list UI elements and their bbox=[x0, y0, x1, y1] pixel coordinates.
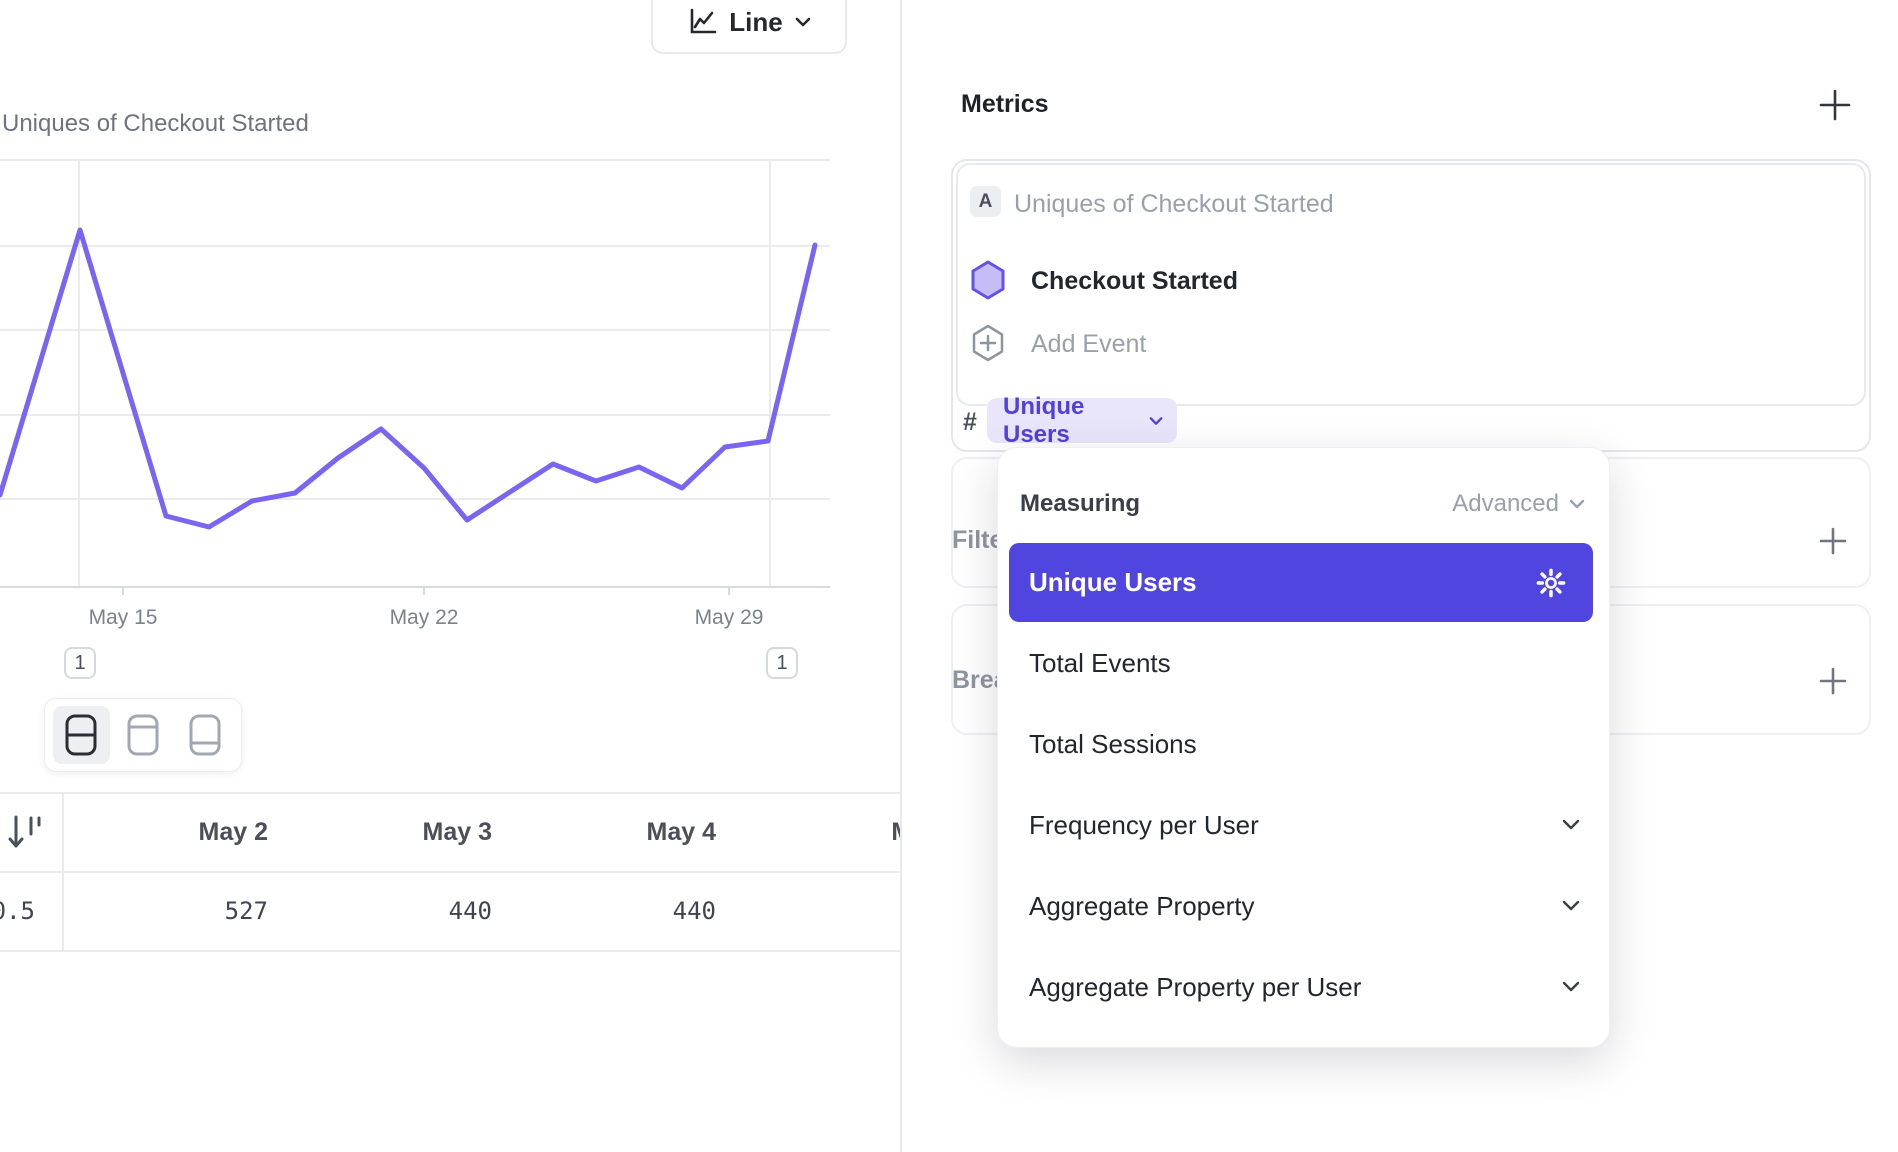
measurement-chip[interactable]: Unique Users bbox=[987, 398, 1177, 443]
table-header-cell[interactable]: May 2 bbox=[68, 818, 268, 847]
table-cell: 440 bbox=[516, 897, 716, 925]
table-header-cell[interactable]: May 4 bbox=[516, 818, 716, 847]
dropdown-item-unique-users[interactable]: Unique Users bbox=[1009, 543, 1593, 622]
mode-selector[interactable]: Advanced bbox=[1452, 490, 1585, 518]
x-axis-label: May 22 bbox=[364, 606, 484, 630]
metric-letter-badge: A bbox=[970, 186, 1001, 217]
sort-descending-icon[interactable] bbox=[6, 812, 44, 852]
table-header-cell[interactable]: May 3 bbox=[292, 818, 492, 847]
dropdown-item-aggregate-property[interactable]: Aggregate Property bbox=[1009, 867, 1593, 945]
dropdown-item-total-events[interactable]: Total Events bbox=[1009, 624, 1593, 702]
x-axis-label: May 15 bbox=[63, 606, 183, 630]
chevron-down-icon bbox=[1561, 819, 1581, 831]
chart-title: Uniques of Checkout Started bbox=[2, 110, 309, 138]
add-filter-button[interactable] bbox=[1818, 526, 1848, 556]
x-axis-label: May 29 bbox=[669, 606, 789, 630]
analytics-app: Line Uniques of Checkout Started May 15 … bbox=[0, 0, 1898, 1152]
dropdown-header: Measuring bbox=[1020, 490, 1140, 518]
measurement-chip-label: Unique Users bbox=[1003, 393, 1139, 449]
table-only-view-button[interactable] bbox=[176, 706, 233, 764]
add-event-icon bbox=[971, 323, 1005, 363]
table-cell: 527 bbox=[68, 897, 268, 925]
measuring-dropdown: Measuring Advanced Unique Users Total Ev… bbox=[997, 447, 1610, 1048]
chevron-down-icon bbox=[1561, 981, 1581, 993]
table-cell: 440 bbox=[292, 897, 492, 925]
layout-toggle-group bbox=[44, 698, 242, 772]
annotation-badge[interactable]: 1 bbox=[766, 647, 798, 679]
table-only-view-icon bbox=[188, 713, 222, 757]
split-view-icon bbox=[64, 713, 98, 757]
line-chart-icon bbox=[687, 7, 717, 37]
add-event-button[interactable]: Add Event bbox=[1031, 330, 1146, 359]
dropdown-item-frequency-per-user[interactable]: Frequency per User bbox=[1009, 786, 1593, 864]
table-top-border bbox=[0, 792, 900, 794]
chart-only-view-button[interactable] bbox=[115, 706, 172, 764]
chart-type-label: Line bbox=[729, 7, 782, 38]
dropdown-item-total-sessions[interactable]: Total Sessions bbox=[1009, 705, 1593, 783]
add-metric-button[interactable] bbox=[1818, 88, 1852, 122]
chevron-down-icon bbox=[795, 17, 811, 27]
line-chart[interactable] bbox=[0, 156, 830, 602]
chevron-down-icon bbox=[1149, 416, 1163, 426]
chevron-down-icon bbox=[1561, 900, 1581, 912]
dropdown-item-aggregate-property-per-user[interactable]: Aggregate Property per User bbox=[1009, 948, 1593, 1026]
metrics-heading: Metrics bbox=[961, 90, 1049, 119]
metric-card-title: Uniques of Checkout Started bbox=[1014, 190, 1334, 219]
count-prefix: # bbox=[963, 408, 977, 437]
chart-only-view-icon bbox=[126, 713, 160, 757]
chevron-down-icon bbox=[1569, 499, 1585, 509]
panel-divider bbox=[900, 0, 902, 1152]
split-view-button[interactable] bbox=[53, 706, 110, 764]
event-hexagon-icon bbox=[971, 260, 1005, 300]
table-header-divider bbox=[0, 871, 900, 873]
chart-type-button[interactable]: Line bbox=[651, 0, 847, 54]
table-column-divider bbox=[62, 792, 64, 952]
table-row-label: 0.5 bbox=[0, 897, 35, 925]
mode-selector-label: Advanced bbox=[1452, 490, 1559, 518]
table-row-border bbox=[0, 950, 900, 952]
gear-icon[interactable] bbox=[1535, 567, 1567, 599]
annotation-badge[interactable]: 1 bbox=[64, 647, 96, 679]
event-row[interactable]: Checkout Started bbox=[1031, 267, 1238, 296]
add-breakdown-button[interactable] bbox=[1818, 666, 1848, 696]
